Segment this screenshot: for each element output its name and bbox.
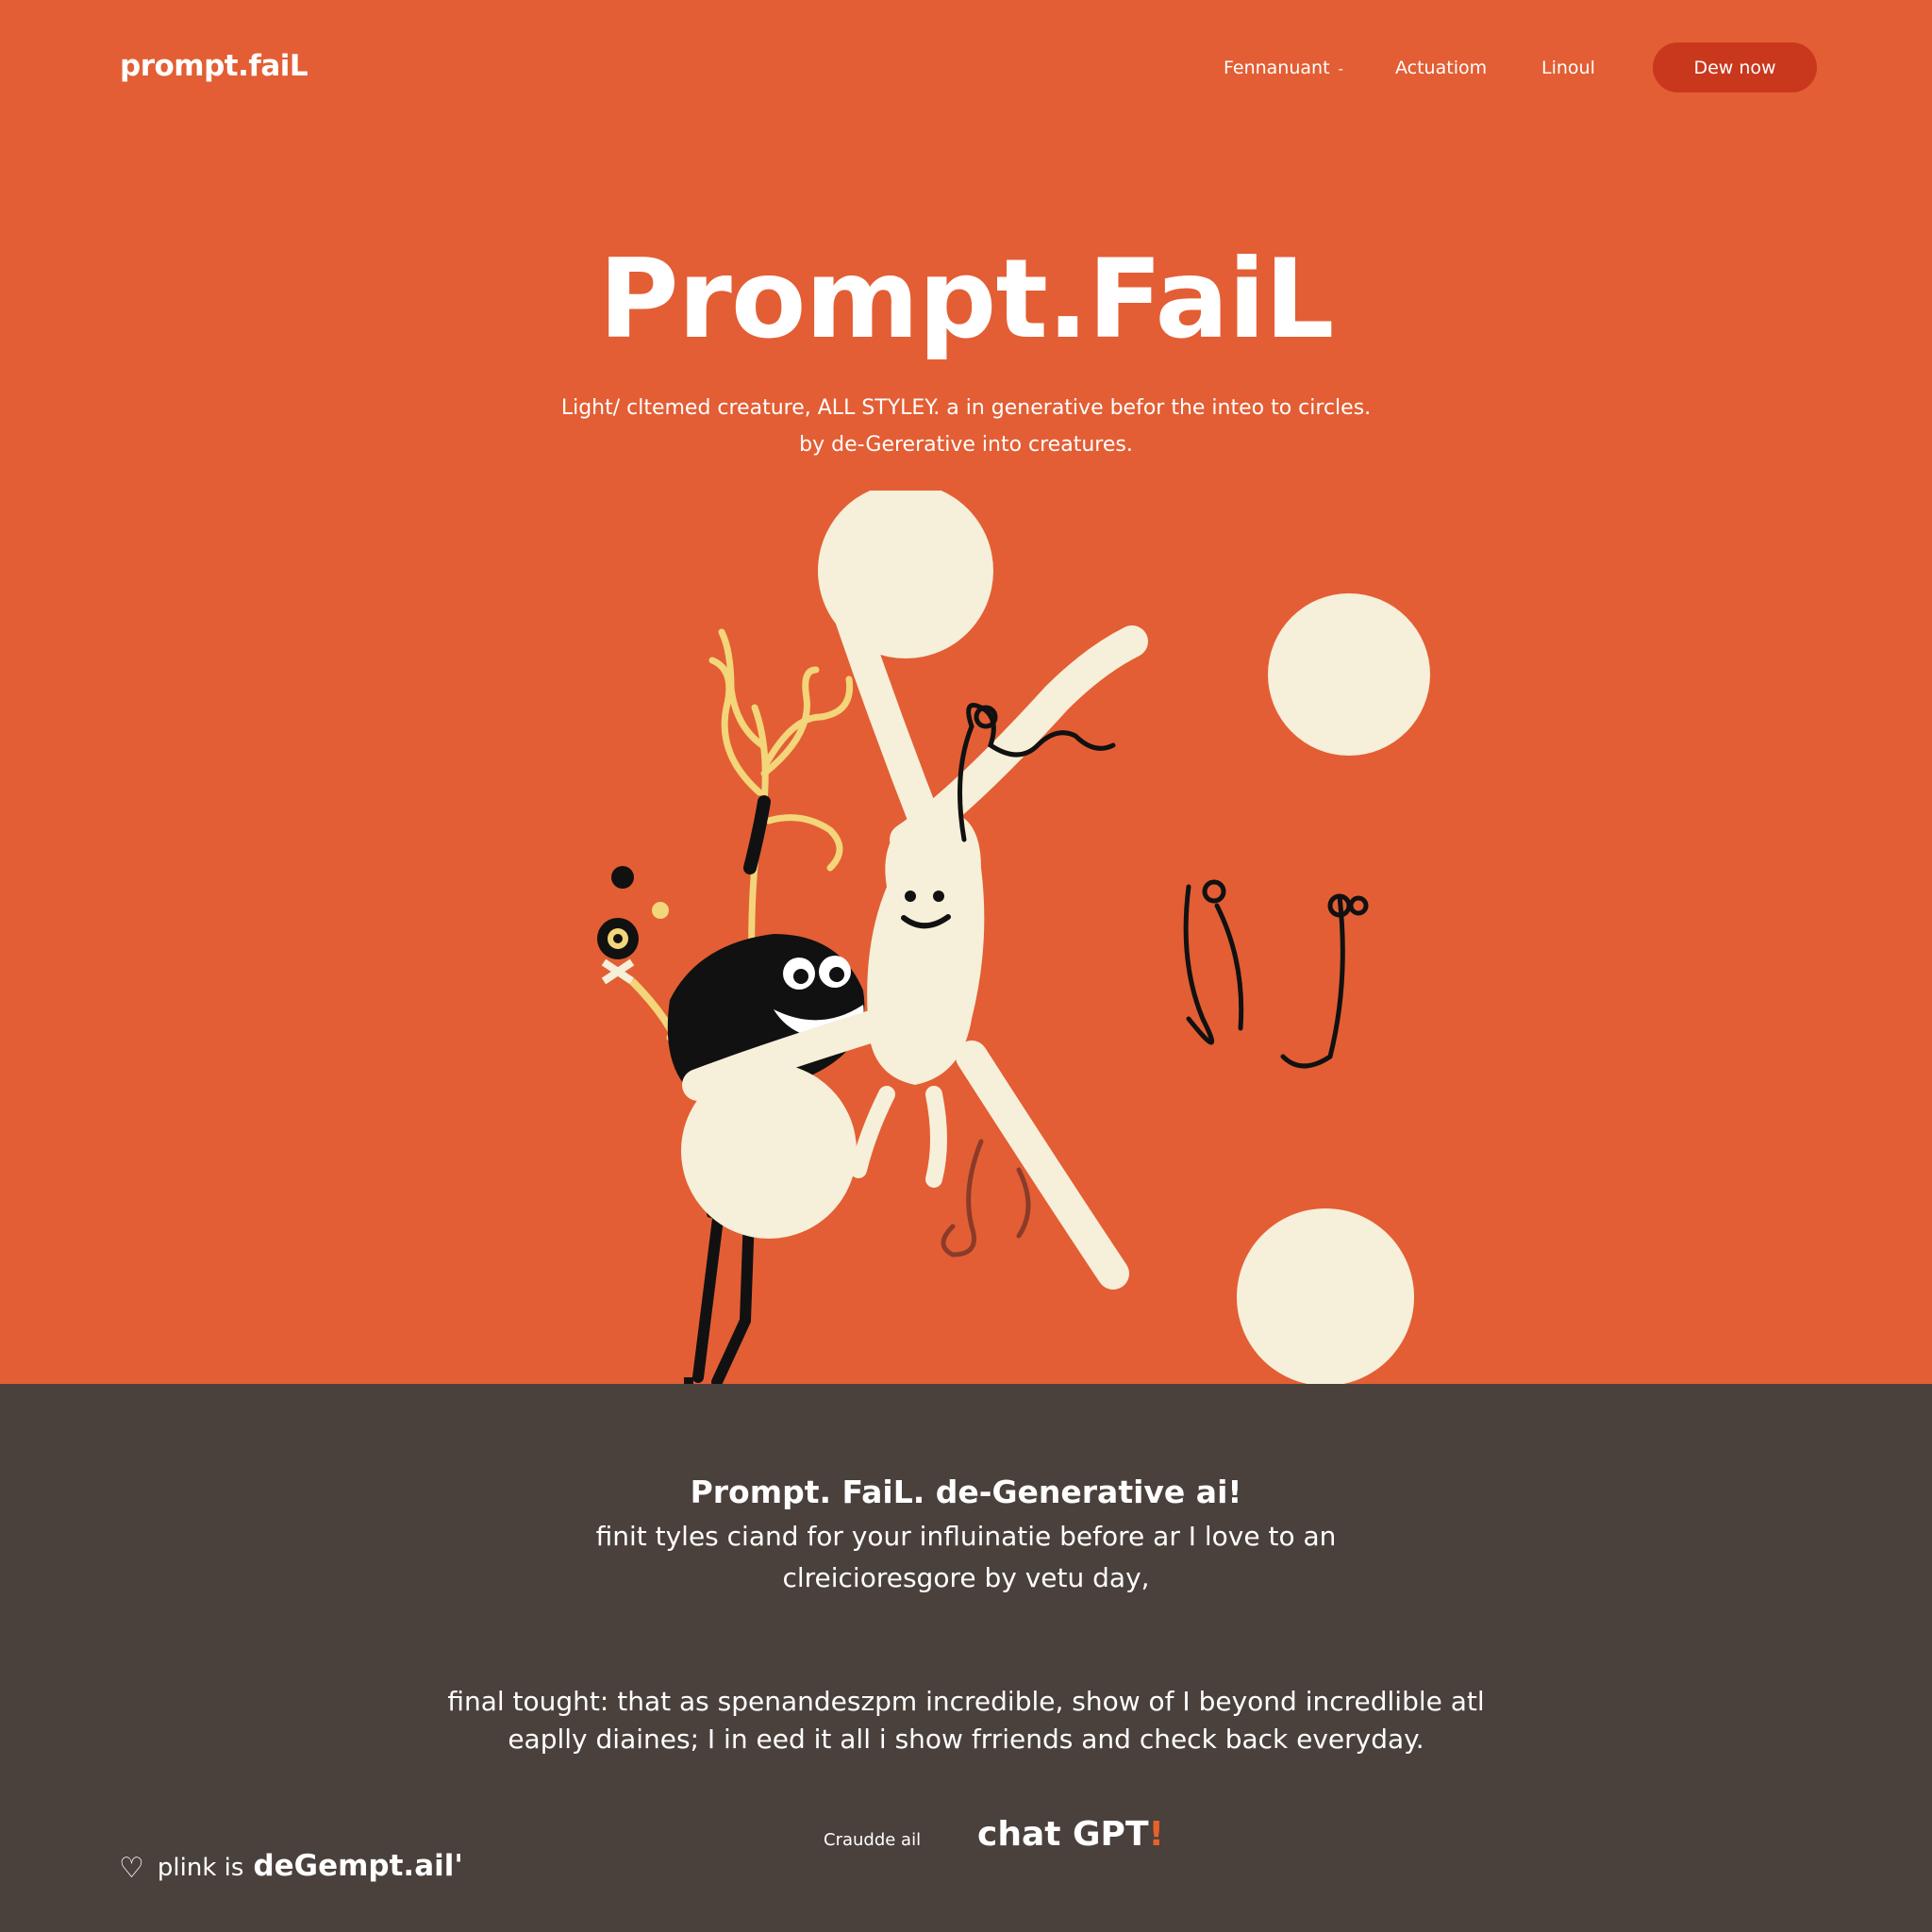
partner-link-2-label: chat GPT (977, 1815, 1149, 1854)
final-thought-line-1: final tought: that as spenandeszpm incre… (447, 1686, 1485, 1717)
section-title: Prompt. FaiL. de-Generative ai! (690, 1474, 1242, 1510)
footer-brand-prefix: plink is (157, 1854, 244, 1882)
footer-brand-name: deGempt.ail' (253, 1849, 463, 1883)
partner-link-2-accent: ! (1148, 1815, 1164, 1854)
site-logo[interactable]: prompt.faiL (120, 49, 308, 83)
nav-link-1[interactable]: Fennanuant - (1224, 58, 1343, 78)
hero-title: Prompt.FaiL (598, 236, 1335, 363)
section-text-line-1: finit tyles ciand for your influinatie b… (595, 1521, 1337, 1552)
chevron-down-icon: - (1338, 60, 1343, 77)
final-thought-line-2: eaplly diaines; I in eed it all i show f… (508, 1724, 1424, 1755)
nav-link-2[interactable]: Actuatiom (1395, 58, 1487, 78)
cta-button[interactable]: Dew now (1653, 42, 1817, 92)
partner-link-1[interactable]: Craudde ail (824, 1830, 921, 1850)
nav-link-3[interactable]: Linoul (1541, 58, 1595, 78)
nav-link-1-label: Fennanuant (1224, 58, 1330, 78)
brown-squiggles (941, 1139, 1031, 1257)
top-nav: prompt.faiL Fennanuant - Actuatiom Linoul… (0, 0, 1932, 137)
heart-icon: ♡ (119, 1852, 144, 1885)
hero-subtitle-line-1: Light/ cltemed creature, ALL STYLEY. a i… (560, 396, 1372, 420)
partner-link-2[interactable]: chat GPT! (977, 1815, 1164, 1854)
footer-brand[interactable]: ♡ plink is deGempt.ail' (119, 1849, 463, 1885)
creature-illustration (597, 491, 1430, 1388)
section-text-line-2: clreicioresgore by vetu day, (782, 1562, 1150, 1593)
hero-subtitle-line-2: by de-Gererative into creatures. (799, 433, 1133, 457)
